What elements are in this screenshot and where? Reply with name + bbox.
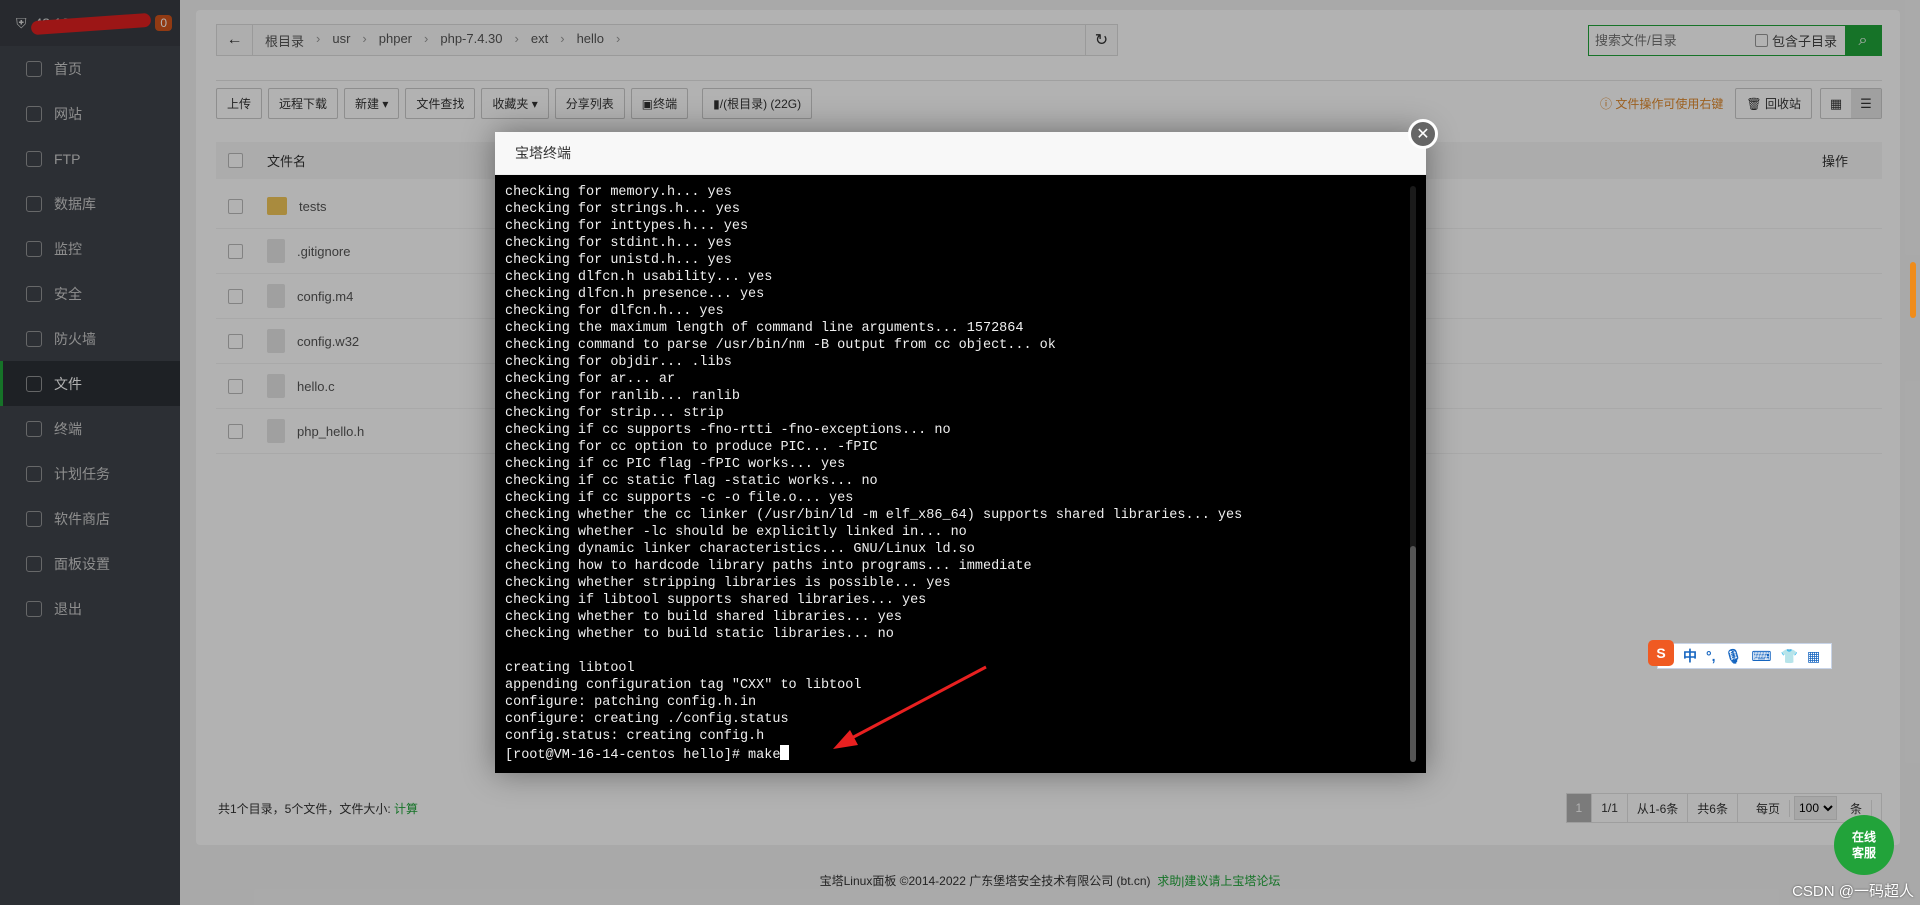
terminal-modal: 宝塔终端 checking for memory.h... yes checkin…	[495, 132, 1426, 773]
terminal-line: checking for dlfcn.h... yes	[505, 304, 724, 319]
terminal-line: checking whether to build static librari…	[505, 627, 894, 642]
terminal-line: checking for strip... strip	[505, 406, 724, 421]
terminal-line: checking for cc option to produce PIC...…	[505, 440, 878, 455]
terminal-line: checking for stdint.h... yes	[505, 236, 732, 251]
terminal-line: checking for objdir... .libs	[505, 355, 732, 370]
terminal-line: checking for ranlib... ranlib	[505, 389, 740, 404]
skin-icon[interactable]: 👕	[1781, 648, 1798, 665]
terminal-output[interactable]: checking for memory.h... yes checking for…	[505, 184, 1402, 764]
terminal-prompt[interactable]: [root@VM-16-14-centos hello]# make	[505, 745, 1402, 764]
terminal-line: checking how to hardcode library paths i…	[505, 559, 1032, 574]
terminal-line: creating libtool	[505, 661, 635, 676]
microphone-icon[interactable]: 🎙	[1725, 648, 1743, 665]
terminal-line: checking for strings.h... yes	[505, 202, 740, 217]
terminal-line: checking dlfcn.h presence... yes	[505, 287, 765, 302]
terminal-line: checking for memory.h... yes	[505, 185, 732, 200]
terminal-line: checking if cc PIC flag -fPIC works... y…	[505, 457, 846, 472]
watermark: CSDN @一码超人	[1792, 883, 1914, 900]
apps-grid-icon[interactable]: ▦	[1807, 648, 1820, 665]
modal-title: 宝塔终端	[495, 132, 1426, 175]
terminal-line: configure: creating ./config.status	[505, 712, 789, 727]
page-scrollbar[interactable]	[1910, 262, 1916, 318]
prompt-text: [root@VM-16-14-centos hello]# make	[505, 748, 781, 763]
terminal-line: checking the maximum length of command l…	[505, 321, 1024, 336]
terminal-line: checking if cc supports -c -o file.o... …	[505, 491, 854, 506]
terminal-line: appending configuration tag "CXX" to lib…	[505, 678, 862, 693]
terminal-line: checking for inttypes.h... yes	[505, 219, 749, 234]
terminal-line: checking command to parse /usr/bin/nm -B…	[505, 338, 1056, 353]
terminal-line: checking if cc static flag -static works…	[505, 474, 878, 489]
terminal-scrollbar[interactable]	[1410, 186, 1416, 762]
terminal-line: checking whether the cc linker (/usr/bin…	[505, 508, 1243, 523]
ime-toolbar: S 中 °, 🎙 ⌨ 👕 ▦	[1648, 640, 1832, 669]
terminal-line: config.status: creating config.h	[505, 729, 765, 744]
terminal-line: configure: patching config.h.in	[505, 695, 757, 710]
terminal-line: checking whether -lc should be explicitl…	[505, 525, 967, 540]
terminal-line: checking whether to build shared librari…	[505, 610, 902, 625]
terminal-line: checking whether stripping libraries is …	[505, 576, 951, 591]
online-service-button[interactable]: 在线 客服	[1834, 815, 1894, 875]
terminal-line: checking if cc supports -fno-rtti -fno-e…	[505, 423, 951, 438]
terminal-line: checking for unistd.h... yes	[505, 253, 732, 268]
terminal-line: checking dlfcn.h usability... yes	[505, 270, 773, 285]
terminal-line: checking dynamic linker characteristics.…	[505, 542, 975, 557]
close-icon[interactable]: ✕	[1408, 119, 1438, 149]
terminal-line: checking if libtool supports shared libr…	[505, 593, 927, 608]
terminal-cursor	[780, 745, 790, 760]
keyboard-icon[interactable]: ⌨	[1751, 648, 1771, 665]
terminal-line: checking for ar... ar	[505, 372, 676, 387]
ime-lang[interactable]: 中	[1683, 646, 1697, 666]
sogou-logo-icon: S	[1648, 640, 1674, 666]
ime-punct[interactable]: °,	[1706, 648, 1716, 664]
